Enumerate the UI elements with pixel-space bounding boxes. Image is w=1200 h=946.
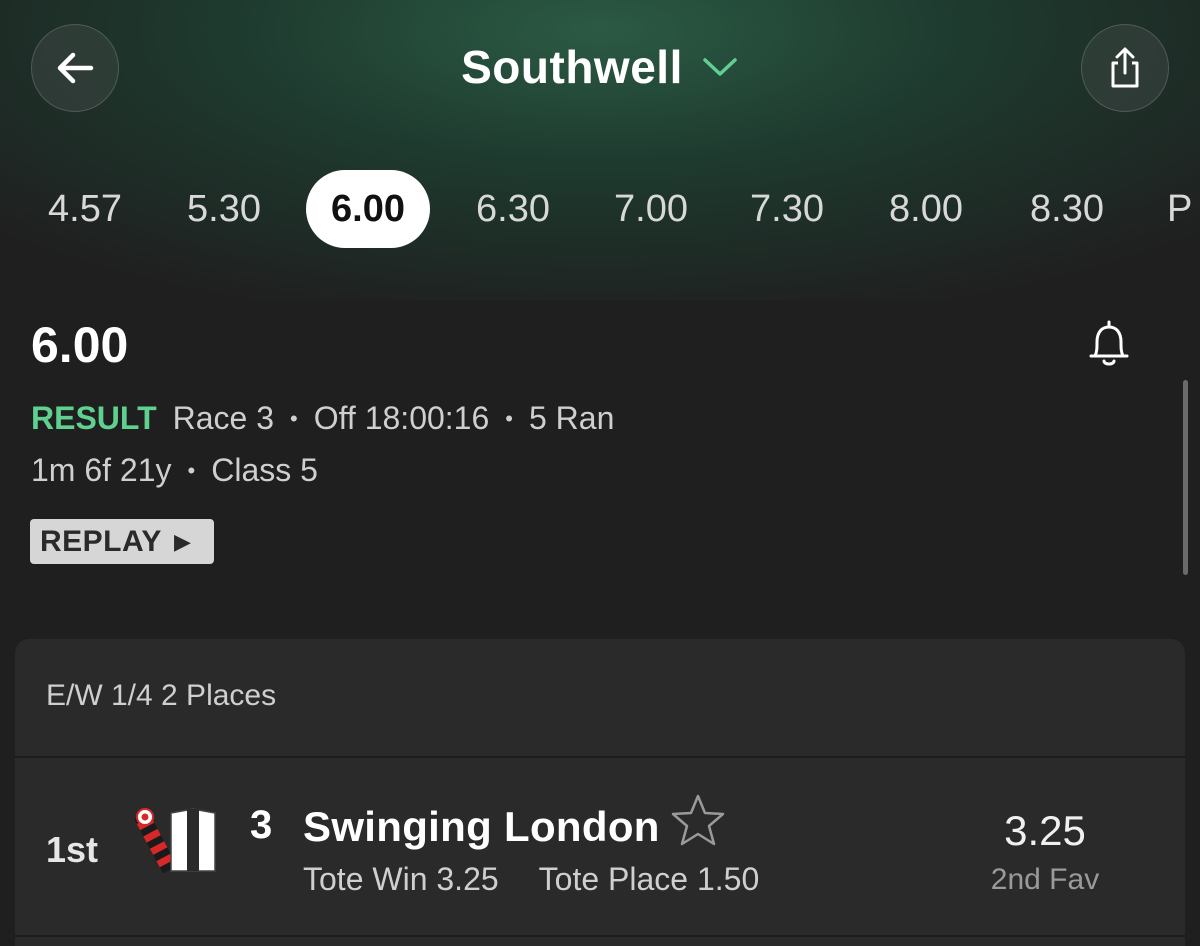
share-button[interactable] (1081, 24, 1169, 112)
tab-race-time[interactable]: 4.57 (35, 170, 135, 248)
replay-label: REPLAY (40, 524, 162, 558)
race-class: Class 5 (211, 452, 318, 488)
tab-race-time[interactable]: 8.00 (876, 170, 976, 248)
divider (15, 756, 1185, 758)
separator-dot: • (187, 457, 196, 483)
race-meta: RESULT Race 3 • Off 18:00:16 • 5 Ran (31, 400, 614, 437)
tab-race-time[interactable]: P (1167, 170, 1200, 248)
race-distance: 1m 6f 21y (31, 452, 172, 488)
tote-win: Tote Win 3.25 (303, 861, 499, 897)
runner-number: 3 (250, 803, 273, 847)
share-icon (1111, 47, 1139, 88)
page-title: Southwell (461, 41, 683, 93)
star-icon[interactable] (668, 791, 728, 851)
separator-dot: • (290, 405, 298, 431)
starting-price: 3.25 (1004, 807, 1086, 854)
divider (15, 935, 1185, 937)
tab-race-time[interactable]: 7.00 (601, 170, 701, 248)
off-time: Off 18:00:16 (313, 400, 490, 436)
tab-race-time[interactable]: 7.30 (737, 170, 837, 248)
race-title: 6.00 (31, 317, 129, 373)
tab-race-time[interactable]: 6.30 (463, 170, 563, 248)
results-card: E/W 1/4 2 Places 1st 3 Swinging London T… (15, 639, 1185, 946)
status-badge: RESULT (31, 400, 157, 436)
replay-button[interactable]: REPLAY ▶ (30, 519, 214, 564)
runners-count: 5 Ran (528, 400, 615, 436)
jockey-silks-icon (135, 808, 216, 874)
tote-place: Tote Place 1.50 (538, 861, 760, 897)
tab-race-time[interactable]: 8.30 (1017, 170, 1117, 248)
play-icon: ▶ (173, 528, 192, 554)
finish-position: 1st (46, 829, 99, 870)
tab-race-time-selected[interactable]: 6.00 (306, 170, 430, 248)
runner-name: Swinging London (303, 803, 660, 850)
tab-race-time[interactable]: 5.30 (174, 170, 274, 248)
scrollbar[interactable] (1183, 380, 1188, 575)
race-number: Race 3 (172, 400, 275, 436)
race-time-tabs: 4.57 5.30 6.00 6.30 7.00 7.30 8.00 8.30 … (0, 170, 1200, 248)
bell-icon (1089, 320, 1129, 366)
race-details: 1m 6f 21y • Class 5 (31, 452, 318, 489)
notification-button[interactable] (1085, 318, 1133, 375)
separator-dot: • (505, 405, 513, 431)
chevron-down-icon (703, 58, 737, 76)
favourite-label: 2nd Fav (990, 863, 1100, 896)
each-way-terms: E/W 1/4 2 Places (46, 679, 277, 712)
venue-selector[interactable]: Southwell (0, 40, 1200, 94)
tote-returns: Tote Win 3.25 Tote Place 1.50 (303, 861, 759, 898)
